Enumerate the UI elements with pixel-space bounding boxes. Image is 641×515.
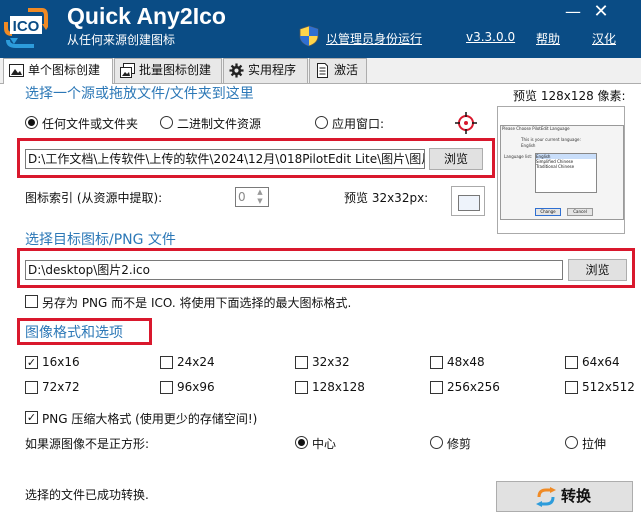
radio-stretch-label: 拉伸 (582, 437, 607, 451)
document-icon (317, 63, 328, 78)
tab-activate[interactable]: 激活 (309, 58, 367, 83)
preview-128-image: Please Choose PilotEdit Language This is… (497, 106, 625, 234)
preview-32-image (451, 186, 485, 216)
size-label-128x128: 128x128 (312, 380, 365, 394)
icon-index-spinner[interactable]: ▲ ▼ (252, 188, 268, 206)
app-title: Quick Any2Ico (67, 3, 226, 29)
radio-center-label: 中心 (312, 437, 337, 451)
size-checkbox-24x24[interactable] (160, 356, 173, 369)
image-icon (9, 64, 24, 77)
radio-any-file[interactable] (25, 116, 38, 129)
help-link[interactable]: 帮助 (536, 30, 560, 47)
radio-any-file-label: 任何文件或文件夹 (42, 117, 139, 131)
minimize-button[interactable]: — (563, 2, 583, 22)
size-checkbox-256x256[interactable] (430, 381, 443, 394)
size-label-48x48: 48x48 (447, 355, 485, 369)
size-label-32x32: 32x32 (312, 355, 350, 369)
radio-app-window[interactable] (315, 116, 328, 129)
crosshair-icon[interactable] (455, 112, 477, 134)
radio-stretch[interactable] (565, 436, 578, 449)
radio-app-window-label: 应用窗口: (332, 117, 385, 131)
preview-32-label: 预览 32x32px: (344, 191, 429, 205)
status-message: 选择的文件已成功转换. (25, 488, 149, 502)
tab-utilities[interactable]: 实用程序 (223, 58, 308, 83)
radio-crop[interactable] (430, 436, 443, 449)
nonsquare-label: 如果源图像不是正方形: (25, 437, 150, 451)
size-checkbox-96x96[interactable] (160, 381, 173, 394)
size-label-64x64: 64x64 (582, 355, 620, 369)
size-checkbox-48x48[interactable] (430, 356, 443, 369)
size-checkbox-32x32[interactable] (295, 356, 308, 369)
size-label-512x512: 512x512 (582, 380, 635, 394)
target-path-input[interactable]: D:\desktop\图片2.ico (25, 260, 563, 280)
size-label-24x24: 24x24 (177, 355, 215, 369)
radio-binary-resource[interactable] (160, 116, 173, 129)
tab-batch-icon[interactable]: 批量图标创建 (114, 58, 222, 83)
language-link[interactable]: 汉化 (592, 30, 616, 47)
size-label-96x96: 96x96 (177, 380, 215, 394)
size-checkbox-64x64[interactable] (565, 356, 578, 369)
run-as-admin-link[interactable]: 以管理员身份运行 (326, 30, 422, 47)
size-checkbox-16x16[interactable]: ✓ (25, 356, 38, 369)
target-browse-button[interactable]: 浏览 (568, 259, 627, 281)
target-heading: 选择目标图标/PNG 文件 (25, 232, 176, 248)
gear-icon (229, 63, 244, 78)
size-label-72x72: 72x72 (42, 380, 80, 394)
preview-128-label: 预览 128x128 像素: (513, 89, 626, 103)
source-heading: 选择一个源或拖放文件/文件夹到这里 (25, 86, 254, 102)
icon-index-label: 图标索引 (从资源中提取): (25, 191, 163, 205)
radio-center[interactable] (295, 436, 308, 449)
version-link[interactable]: v3.3.0.0 (466, 30, 515, 44)
uac-shield-icon (299, 25, 319, 47)
svg-text:ICO: ICO (13, 18, 40, 35)
convert-label: 转换 (561, 487, 592, 505)
tab-single-icon[interactable]: 单个图标创建 (3, 58, 113, 84)
formats-heading: 图像格式和选项 (25, 325, 123, 341)
images-stack-icon (120, 63, 135, 78)
save-as-png-label: 另存为 PNG 而不是 ICO. 将使用下面选择的最大图标格式. (42, 296, 352, 310)
save-as-png-checkbox[interactable] (25, 295, 38, 308)
convert-arrows-icon (536, 487, 556, 507)
source-path-input[interactable]: D:\工作文档\上传软件\上传的软件\2024\12月\018PilotEdit… (25, 149, 425, 169)
size-checkbox-128x128[interactable] (295, 381, 308, 394)
app-logo-icon: ICO (4, 8, 48, 48)
size-checkbox-512x512[interactable] (565, 381, 578, 394)
size-checkbox-72x72[interactable] (25, 381, 38, 394)
preview-dialog-thumb: Please Choose PilotEdit Language This is… (500, 125, 624, 220)
convert-button[interactable]: 转换 (496, 481, 633, 512)
source-browse-button[interactable]: 浏览 (429, 148, 483, 170)
size-label-256x256: 256x256 (447, 380, 500, 394)
png-compress-checkbox[interactable]: ✓ (25, 411, 38, 424)
close-button[interactable]: ✕ (591, 2, 611, 22)
app-subtitle: 从任何来源创建图标 (67, 33, 176, 47)
radio-binary-resource-label: 二进制文件资源 (177, 117, 262, 131)
png-compress-label: PNG 压缩大格式 (使用更少的存储空间!) (42, 412, 258, 426)
size-label-16x16: 16x16 (42, 355, 80, 369)
radio-crop-label: 修剪 (447, 437, 472, 451)
